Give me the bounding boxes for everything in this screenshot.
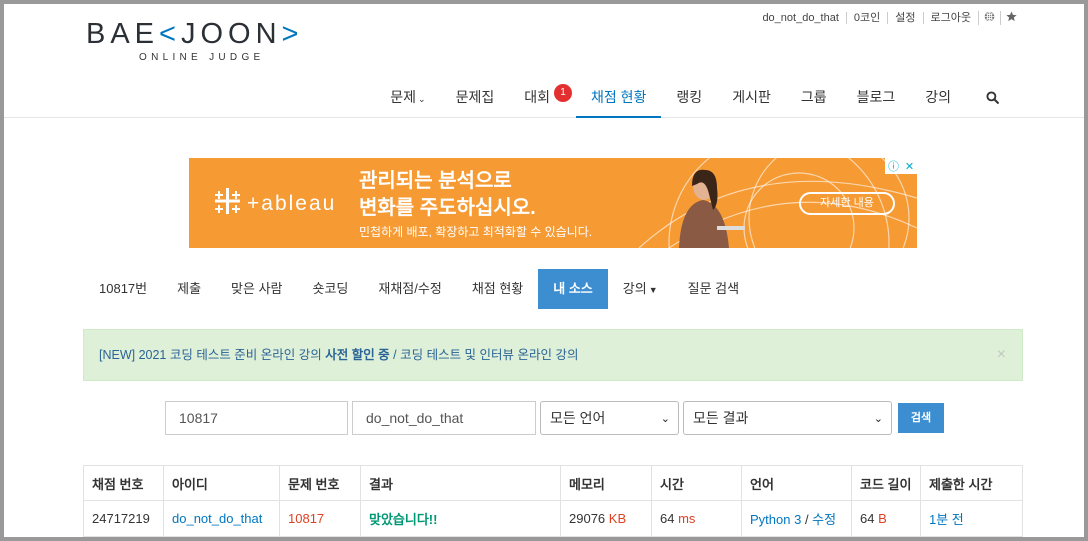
notice-banner[interactable]: [NEW] 2021 코딩 테스트 준비 온라인 강의 사전 할인 중 / 코딩… — [83, 329, 1023, 381]
edit-link[interactable]: 수정 — [812, 512, 836, 527]
top-links: do_not_do_that 0코인 설정 로그아웃 — [755, 11, 1022, 25]
logo-wordmark: BAE<JOON> — [86, 18, 304, 50]
problem-id-input[interactable] — [165, 401, 348, 435]
tab-submit[interactable]: 제출 — [162, 269, 216, 309]
user-link[interactable]: do_not_do_that — [163, 500, 280, 537]
problem-link[interactable]: 10817 — [279, 500, 361, 537]
col-result: 결과 — [360, 465, 561, 501]
close-icon[interactable]: × — [997, 330, 1006, 380]
nav-group[interactable]: 그룹 — [786, 76, 842, 118]
contest-count-badge: 1 — [554, 84, 572, 102]
col-memory: 메모리 — [560, 465, 652, 501]
col-language: 언어 — [741, 465, 852, 501]
tab-problem[interactable]: 10817번 — [84, 269, 162, 309]
nav-lecture[interactable]: 강의 — [910, 76, 966, 118]
memory-value: 29076 KB — [560, 500, 652, 537]
tab-short-coding[interactable]: 숏코딩 — [298, 269, 364, 309]
search-icon[interactable] — [966, 76, 1014, 118]
col-user: 아이디 — [163, 465, 280, 501]
submitted-time-link[interactable]: 1분 전 — [920, 500, 1023, 537]
chevron-down-icon: ⌄ — [418, 94, 426, 104]
time-value: 64 ms — [651, 500, 742, 537]
col-time: 시간 — [651, 465, 742, 501]
result-select[interactable]: 모든 결과 ⌄ — [683, 401, 892, 435]
tab-my-source[interactable]: 내 소스 — [538, 269, 608, 309]
nav-blog[interactable]: 블로그 — [842, 76, 911, 118]
caret-down-icon: ▼ — [648, 285, 658, 295]
info-icon[interactable]: ⓘ — [888, 158, 899, 174]
nav-ranking[interactable]: 랭킹 — [661, 76, 717, 118]
col-code-length: 코드 길이 — [851, 465, 921, 501]
ad-person-image — [679, 169, 745, 248]
star-icon[interactable] — [1000, 11, 1022, 25]
col-submitted-time: 제출한 시간 — [920, 465, 1023, 501]
result-status: 맞았습니다!! — [360, 500, 561, 537]
tab-status[interactable]: 채점 현황 — [457, 269, 538, 309]
col-problem: 문제 번호 — [279, 465, 361, 501]
logo-subtitle: ONLINE JUDGE — [139, 52, 265, 63]
ad-choices-icon[interactable]: ⓘ ✕ — [885, 158, 917, 174]
main-nav: 문제 ⌄ 문제집 대회 1 채점 현황 랭킹 게시판 그룹 블로그 강의 — [375, 76, 1014, 118]
search-button[interactable]: 검색 — [898, 403, 944, 433]
tab-question-search[interactable]: 질문 검색 — [673, 269, 754, 309]
nav-status[interactable]: 채점 현황 — [576, 76, 662, 118]
tab-rejudge[interactable]: 재채점/수정 — [363, 269, 456, 309]
submission-id: 24717219 — [83, 500, 164, 537]
ad-headline: 관리되는 분석으로 변화를 주도하십시오. — [359, 170, 536, 219]
language-select[interactable]: 모든 언어 ⌄ — [540, 401, 679, 435]
language-link[interactable]: Python 3 — [750, 512, 801, 527]
nav-contest[interactable]: 대회 1 — [509, 76, 576, 118]
user-id-input[interactable] — [352, 401, 536, 435]
globe-icon[interactable] — [978, 11, 1000, 25]
ad-subtext: 민첩하게 배포, 확장하고 최적화할 수 있습니다. — [359, 225, 593, 239]
site-header: BAE<JOON> ONLINE JUDGE do_not_do_that 0코… — [0, 0, 1088, 118]
tab-solved-users[interactable]: 맞은 사람 — [216, 269, 297, 309]
chevron-down-icon: ⌄ — [873, 412, 883, 425]
status-table: 채점 번호 아이디 문제 번호 결과 메모리 시간 언어 코드 길이 제출한 시… — [83, 465, 1023, 537]
user-link[interactable]: do_not_do_that — [755, 12, 845, 24]
table-row: 24717219 do_not_do_that 10817 맞았습니다!! 29… — [83, 500, 1023, 537]
nav-problems[interactable]: 문제 ⌄ — [375, 76, 440, 118]
status-search-form: 모든 언어⌄ 모든 결과⌄ 검색 — [165, 401, 944, 435]
settings-link[interactable]: 설정 — [887, 12, 922, 24]
tab-lecture[interactable]: 강의 ▼ — [608, 269, 673, 309]
site-logo[interactable]: BAE<JOON> ONLINE JUDGE — [86, 18, 303, 63]
code-length-value: 64 B — [851, 500, 921, 537]
problem-subnav: 10817번 제출 맞은 사람 숏코딩 재채점/수정 채점 현황 내 소스 강의… — [84, 269, 754, 309]
language-cell: Python 3 / 수정 — [741, 500, 852, 537]
logout-link[interactable]: 로그아웃 — [922, 12, 978, 24]
col-submission-id: 채점 번호 — [83, 465, 164, 501]
ad-brand: +ableau — [247, 192, 337, 215]
close-icon[interactable]: ✕ — [905, 160, 914, 173]
nav-board[interactable]: 게시판 — [717, 76, 786, 118]
nav-workbook[interactable]: 문제집 — [441, 76, 510, 118]
coin-link[interactable]: 0코인 — [845, 12, 887, 24]
table-header-row: 채점 번호 아이디 문제 번호 결과 메모리 시간 언어 코드 길이 제출한 시… — [83, 465, 1023, 501]
ad-cta-button[interactable]: 자세한 내용 — [799, 192, 895, 215]
chevron-down-icon: ⌄ — [660, 412, 670, 425]
ad-banner[interactable]: +ableau 관리되는 분석으로 변화를 주도하십시오. 민첩하게 배포, 확장… — [189, 158, 917, 248]
